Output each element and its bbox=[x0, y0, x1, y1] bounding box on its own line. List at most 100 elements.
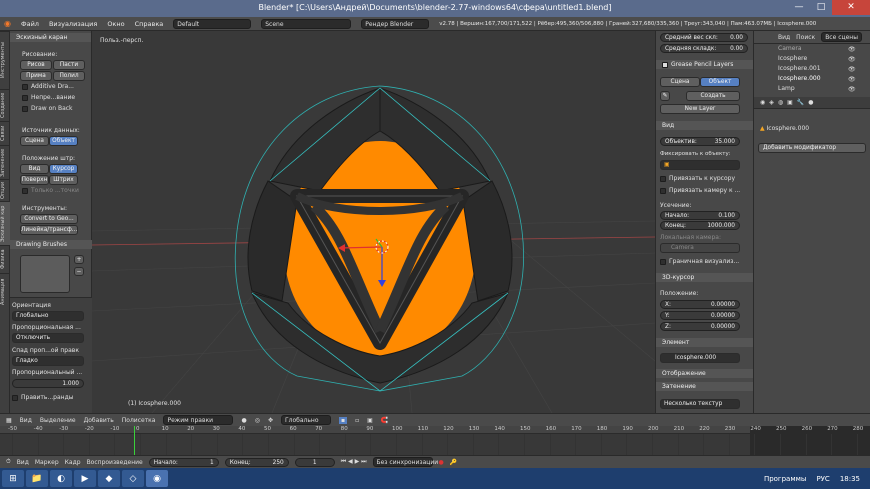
render-tab-icon[interactable]: ◉ bbox=[760, 99, 765, 106]
local-camera-field[interactable]: Camera bbox=[660, 243, 740, 253]
tab-relations[interactable]: Связи bbox=[0, 121, 10, 145]
proportional-edit-dropdown[interactable]: Отключить bbox=[12, 333, 84, 343]
object-tab-icon[interactable]: ▣ bbox=[787, 99, 793, 106]
blender-logo-icon[interactable]: ◉ bbox=[4, 19, 11, 28]
app2-icon[interactable]: ◇ bbox=[122, 470, 144, 487]
proportional-size-field[interactable]: 1.000 bbox=[12, 379, 84, 388]
all-scenes-dropdown[interactable]: Все сцены bbox=[821, 32, 862, 42]
remove-brush-icon[interactable]: − bbox=[74, 267, 84, 276]
tab-shading[interactable]: Затенение bbox=[0, 145, 10, 179]
lock-to-cursor-option[interactable]: Привязать к курсору bbox=[660, 175, 735, 182]
erase-button[interactable]: Пасти bbox=[53, 60, 85, 70]
grease-layers-panel-header[interactable]: Grease Pencil Layers bbox=[656, 60, 753, 69]
editor-type-icon[interactable]: ▦ bbox=[6, 417, 12, 424]
view-panel-header[interactable]: Вид bbox=[656, 121, 753, 130]
timeline-editor-icon[interactable]: ⏱ bbox=[6, 458, 11, 466]
tab-physics[interactable]: Физика bbox=[0, 245, 10, 273]
grease-pencil-panel-header[interactable]: Эскизный каран bbox=[10, 33, 91, 42]
outliner-search-menu[interactable]: Поиск bbox=[796, 34, 815, 41]
properties-editor-tabs[interactable]: ◉ ◈ ◍ ▣ 🔧 ● bbox=[754, 97, 870, 109]
continuous-drawing-option[interactable]: Непре...вание bbox=[22, 94, 75, 101]
edit-grease-option[interactable]: Править...ранды bbox=[12, 394, 73, 401]
play-controls-icon[interactable]: ⏮ ◀ ▶ ⏭ bbox=[341, 458, 367, 466]
menu-add[interactable]: Добавить bbox=[84, 417, 114, 424]
tab-animation[interactable]: Анимация bbox=[0, 273, 10, 309]
world-tab-icon[interactable]: ◍ bbox=[778, 99, 783, 106]
sync-dropdown[interactable]: Без синхронизации bbox=[372, 457, 438, 467]
outliner-item-icosphere-001[interactable]: Icosphere.001 bbox=[778, 65, 821, 72]
scene-selector[interactable]: Scene bbox=[261, 18, 352, 29]
lock-camera-option[interactable]: Привязать камеру к ... bbox=[660, 187, 740, 194]
start-button-icon[interactable]: ⊞ bbox=[2, 470, 24, 487]
outliner-view-menu[interactable]: Вид bbox=[778, 34, 790, 41]
layers-object-button[interactable]: Объект bbox=[700, 77, 740, 87]
new-layer-button[interactable]: New Layer bbox=[660, 104, 740, 114]
falloff-dropdown[interactable]: Гладко bbox=[12, 356, 84, 366]
item-panel-header[interactable]: Элемент bbox=[656, 338, 753, 347]
ruler-button[interactable]: Линейка/трансф... bbox=[20, 225, 78, 235]
shading-mode-icon[interactable]: ● bbox=[241, 417, 246, 424]
timeline[interactable]: -50 -40 -30 -20 -10 0 10 20 30 40 50 60 70 80 90 100 110… bbox=[0, 426, 870, 455]
render-border-option[interactable]: Граничная визуализ... bbox=[660, 258, 739, 265]
clock[interactable]: 18:35 bbox=[840, 475, 860, 483]
placement-view-button[interactable]: Вид bbox=[20, 164, 49, 174]
additive-drawing-option[interactable]: Additive Dra... bbox=[22, 83, 74, 90]
outliner-item-icosphere[interactable]: Icosphere bbox=[778, 55, 807, 62]
blender-taskbar-icon[interactable]: ◉ bbox=[146, 470, 168, 487]
explorer-icon[interactable]: 📁 bbox=[26, 470, 48, 487]
outliner-item-icosphere-000[interactable]: Icosphere.000 bbox=[778, 75, 821, 82]
lens-field[interactable]: Объектив: 35.000 bbox=[660, 137, 740, 146]
media-icon[interactable]: ▶ bbox=[74, 470, 96, 487]
manipulator-icon[interactable]: ✥ bbox=[268, 417, 273, 424]
tab-grease-pencil[interactable]: Эскизный кар bbox=[0, 201, 10, 245]
average-weight-field[interactable]: Средний вес скл: 0.00 bbox=[660, 33, 748, 42]
current-frame-field[interactable]: 1 bbox=[294, 457, 335, 467]
material-tab-icon[interactable]: ● bbox=[808, 99, 813, 106]
menu-window[interactable]: Окно bbox=[107, 20, 124, 28]
modifier-tab-icon[interactable]: 🔧 bbox=[797, 99, 804, 106]
tab-options[interactable]: Опции bbox=[0, 179, 10, 201]
3d-cursor-panel-header[interactable]: 3D-курсор bbox=[656, 273, 753, 282]
mode-dropdown[interactable]: Режим правки bbox=[163, 415, 234, 425]
language-indicator[interactable]: РУС bbox=[816, 475, 829, 483]
timeline-frame-menu[interactable]: Кадр bbox=[65, 459, 81, 466]
menu-render[interactable]: Визуализация bbox=[49, 20, 97, 28]
tab-create[interactable]: Создание bbox=[0, 89, 10, 121]
tab-tools[interactable]: Инструменты bbox=[0, 31, 10, 89]
clip-end-field[interactable]: Конец: 1000.000 bbox=[660, 221, 740, 230]
vertex-select-icon[interactable]: ▪ bbox=[339, 416, 348, 424]
pivot-point-icon[interactable]: ◎ bbox=[255, 417, 260, 424]
scene-tab-icon[interactable]: ◈ bbox=[769, 99, 774, 106]
app-icon[interactable]: ◆ bbox=[98, 470, 120, 487]
cursor-z-field[interactable]: Z: 0.00000 bbox=[660, 322, 740, 331]
3d-viewport[interactable]: Польз.-персп. (1) Icosphere.000 bbox=[92, 31, 655, 413]
outliner-item-lamp[interactable]: Lamp bbox=[778, 85, 795, 92]
create-button[interactable]: Создать bbox=[686, 91, 740, 101]
lock-object-field[interactable]: ▣ bbox=[660, 160, 740, 170]
poly-button[interactable]: Полил bbox=[53, 71, 85, 81]
visibility-toggle-icon[interactable]: 👁 👁 👁 👁 👁 bbox=[848, 45, 866, 95]
only-selected-option[interactable]: Только ...точки bbox=[22, 187, 79, 194]
transform-orientation-dropdown[interactable]: Глобально bbox=[281, 415, 332, 425]
placement-surface-button[interactable]: Поверхн bbox=[20, 175, 49, 185]
shading-panel-header[interactable]: Затенение bbox=[656, 382, 753, 391]
start-frame-field[interactable]: Начало: 1 bbox=[148, 457, 219, 467]
layout-selector[interactable]: Default bbox=[173, 18, 252, 29]
browser-icon[interactable]: ◐ bbox=[50, 470, 72, 487]
add-brush-icon[interactable]: + bbox=[74, 255, 84, 264]
data-source-scene-button[interactable]: Сцена bbox=[20, 136, 49, 146]
close-button[interactable]: ✕ bbox=[832, 0, 870, 15]
placement-stroke-button[interactable]: Штрих bbox=[49, 175, 78, 185]
programs-label[interactable]: Программы bbox=[764, 475, 807, 483]
add-modifier-dropdown[interactable]: Добавить модификатор bbox=[758, 143, 866, 153]
menu-select[interactable]: Выделение bbox=[40, 417, 76, 424]
item-name-field[interactable]: Icosphere.000 bbox=[660, 353, 740, 363]
menu-help[interactable]: Справка bbox=[135, 20, 164, 28]
face-select-icon[interactable]: ▣ bbox=[367, 417, 373, 424]
render-engine-selector[interactable]: Рендер Blender bbox=[361, 18, 430, 29]
orientation-dropdown[interactable]: Глобально bbox=[12, 311, 84, 321]
convert-to-geometry-button[interactable]: Convert to Geo... bbox=[20, 214, 78, 224]
timeline-playback-menu[interactable]: Воспроизведение bbox=[87, 459, 143, 466]
maximize-button[interactable]: □ bbox=[810, 0, 832, 15]
timeline-view-menu[interactable]: Вид bbox=[17, 459, 29, 466]
